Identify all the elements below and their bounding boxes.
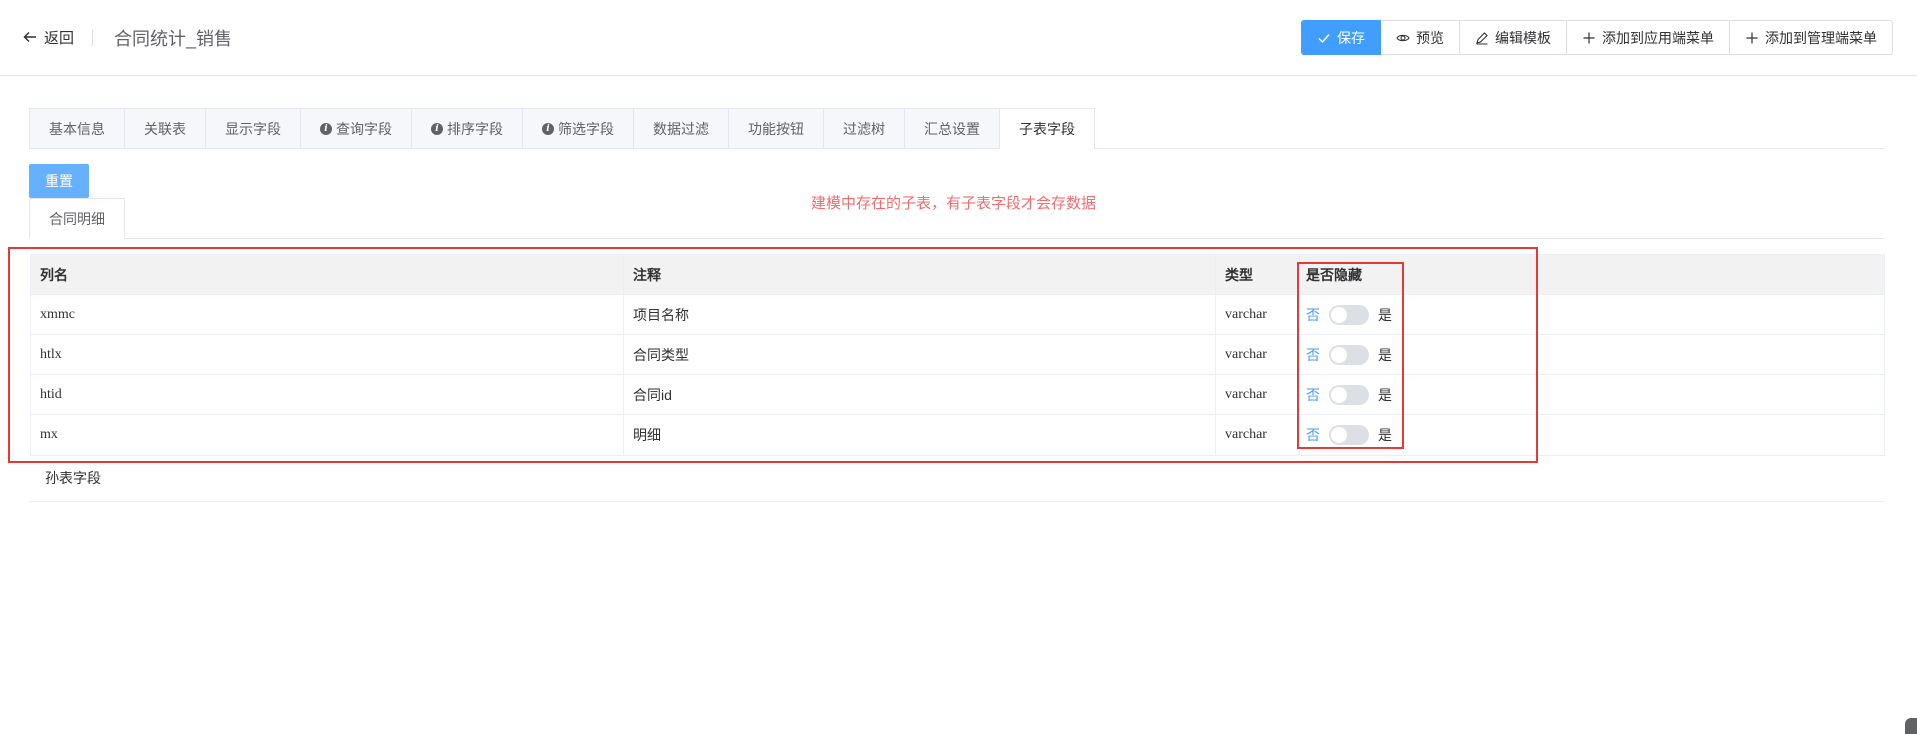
cell-hidden: 否 是 — [1300, 335, 1884, 374]
cell-hidden: 否 是 — [1300, 295, 1884, 334]
switch-off-label[interactable]: 否 — [1306, 425, 1320, 445]
header-hidden: 是否隐藏 — [1306, 266, 1362, 283]
table-header: 列名 注释 类型 是否隐藏 — [31, 255, 1884, 295]
add-admin-menu-button[interactable]: 添加到管理端菜单 — [1730, 20, 1893, 55]
hidden-toggle[interactable] — [1329, 344, 1369, 365]
switch-off-label[interactable]: 否 — [1306, 345, 1320, 365]
page-title: 合同统计_销售 — [114, 29, 233, 49]
tab-filter-tree[interactable]: 过滤树 — [824, 108, 905, 149]
edit-template-button[interactable]: 编辑模板 — [1460, 20, 1567, 55]
eye-icon — [1396, 34, 1410, 41]
hidden-toggle[interactable] — [1329, 384, 1369, 405]
tab-related-table[interactable]: 关联表 — [125, 108, 206, 149]
header-column-name: 列名 — [31, 255, 624, 294]
tab-label: 排序字段 — [447, 120, 503, 137]
page-header: 返回 合同统计_销售 保存 预览 编辑模板 添加到应用端菜单 添加到管理端菜单 — [0, 0, 1917, 76]
switch-on-label[interactable]: 是 — [1378, 305, 1392, 325]
tab-function-buttons[interactable]: 功能按钮 — [729, 108, 824, 149]
cell-comment: 合同id — [624, 375, 1216, 414]
tab-filter-fields[interactable]: i 筛选字段 — [523, 108, 634, 149]
header-comment: 注释 — [624, 255, 1216, 294]
tab-label: 过滤树 — [843, 120, 885, 137]
table-row: xmmc 项目名称 varchar 否 是 — [31, 295, 1884, 335]
add-app-menu-label: 添加到应用端菜单 — [1602, 29, 1714, 46]
add-admin-menu-label: 添加到管理端菜单 — [1765, 29, 1877, 46]
tab-summary-settings[interactable]: 汇总设置 — [905, 108, 1000, 149]
preview-label: 预览 — [1416, 29, 1444, 46]
hidden-toggle[interactable] — [1329, 425, 1369, 445]
floating-side-tab[interactable] — [1905, 718, 1917, 734]
info-icon: i — [320, 122, 332, 135]
cell-comment: 明细 — [624, 415, 1216, 455]
save-button[interactable]: 保存 — [1301, 20, 1381, 55]
grand-table-section: 孙表字段 — [29, 458, 1885, 502]
save-label: 保存 — [1337, 29, 1365, 46]
tab-label: 显示字段 — [225, 120, 281, 137]
arrow-left-icon — [23, 31, 36, 43]
sub-table-fields-table: 列名 注释 类型 是否隐藏 xmmc 项目名称 varchar 否 是 htlx… — [30, 254, 1885, 456]
cell-column-name: mx — [31, 415, 624, 455]
cell-hidden: 否 是 — [1300, 415, 1884, 455]
config-tabs: 基本信息 关联表 显示字段 i 查询字段 i 排序字段 i 筛选字段 数据过滤 功能按… — [29, 108, 1885, 150]
tab-label: 查询字段 — [336, 120, 392, 137]
tab-label: 功能按钮 — [748, 120, 804, 137]
cell-hidden: 否 是 — [1300, 375, 1884, 414]
table-row: htlx 合同类型 varchar 否 是 — [31, 335, 1884, 375]
pencil-icon — [1476, 31, 1488, 45]
edit-template-label: 编辑模板 — [1495, 29, 1551, 46]
header-type: 类型 — [1216, 255, 1300, 294]
cell-comment: 项目名称 — [624, 295, 1216, 334]
grand-table-title: 孙表字段 — [45, 470, 101, 486]
toolbar: 保存 预览 编辑模板 添加到应用端菜单 添加到管理端菜单 — [1301, 20, 1893, 55]
tab-data-filter[interactable]: 数据过滤 — [634, 108, 729, 149]
cell-column-name: htlx — [31, 335, 624, 374]
tab-query-fields[interactable]: i 查询字段 — [301, 108, 412, 149]
tab-label: 汇总设置 — [924, 120, 980, 137]
tab-label: 数据过滤 — [653, 120, 709, 137]
check-icon — [1318, 33, 1330, 43]
cell-type: varchar — [1216, 295, 1300, 334]
tab-basic-info[interactable]: 基本信息 — [29, 108, 125, 149]
cell-comment: 合同类型 — [624, 335, 1216, 374]
info-icon: i — [431, 122, 443, 135]
switch-on-label[interactable]: 是 — [1378, 385, 1392, 405]
cell-type: varchar — [1216, 375, 1300, 414]
plus-icon — [1583, 32, 1595, 43]
cell-column-name: htid — [31, 375, 624, 414]
tab-label: 筛选字段 — [558, 120, 614, 137]
tab-label: 关联表 — [144, 120, 186, 137]
hidden-toggle[interactable] — [1329, 304, 1369, 325]
table-row: htid 合同id varchar 否 是 — [31, 375, 1884, 415]
header-divider — [92, 30, 93, 46]
tab-label: 基本信息 — [49, 120, 105, 137]
back-label: 返回 — [44, 29, 75, 47]
add-app-menu-button[interactable]: 添加到应用端菜单 — [1567, 20, 1730, 55]
table-row: mx 明细 varchar 否 是 — [31, 415, 1884, 455]
tab-label: 子表字段 — [1019, 121, 1075, 137]
plus-icon — [1746, 32, 1758, 43]
info-icon: i — [542, 122, 554, 135]
switch-off-label[interactable]: 否 — [1306, 305, 1320, 325]
preview-button[interactable]: 预览 — [1381, 20, 1460, 55]
sub-table-tabs: 合同明细 — [29, 198, 1885, 239]
cell-column-name: xmmc — [31, 295, 624, 334]
tab-sort-fields[interactable]: i 排序字段 — [412, 108, 523, 149]
back-button[interactable]: 返回 — [22, 26, 74, 48]
switch-on-label[interactable]: 是 — [1378, 345, 1392, 365]
cell-type: varchar — [1216, 335, 1300, 374]
tab-contract-detail[interactable]: 合同明细 — [29, 198, 125, 239]
switch-off-label[interactable]: 否 — [1306, 385, 1320, 405]
reset-button[interactable]: 重置 — [29, 164, 89, 198]
switch-on-label[interactable]: 是 — [1378, 425, 1392, 445]
cell-type: varchar — [1216, 415, 1300, 455]
tab-display-fields[interactable]: 显示字段 — [206, 108, 301, 149]
tab-sub-table-fields[interactable]: 子表字段 — [1000, 108, 1095, 150]
